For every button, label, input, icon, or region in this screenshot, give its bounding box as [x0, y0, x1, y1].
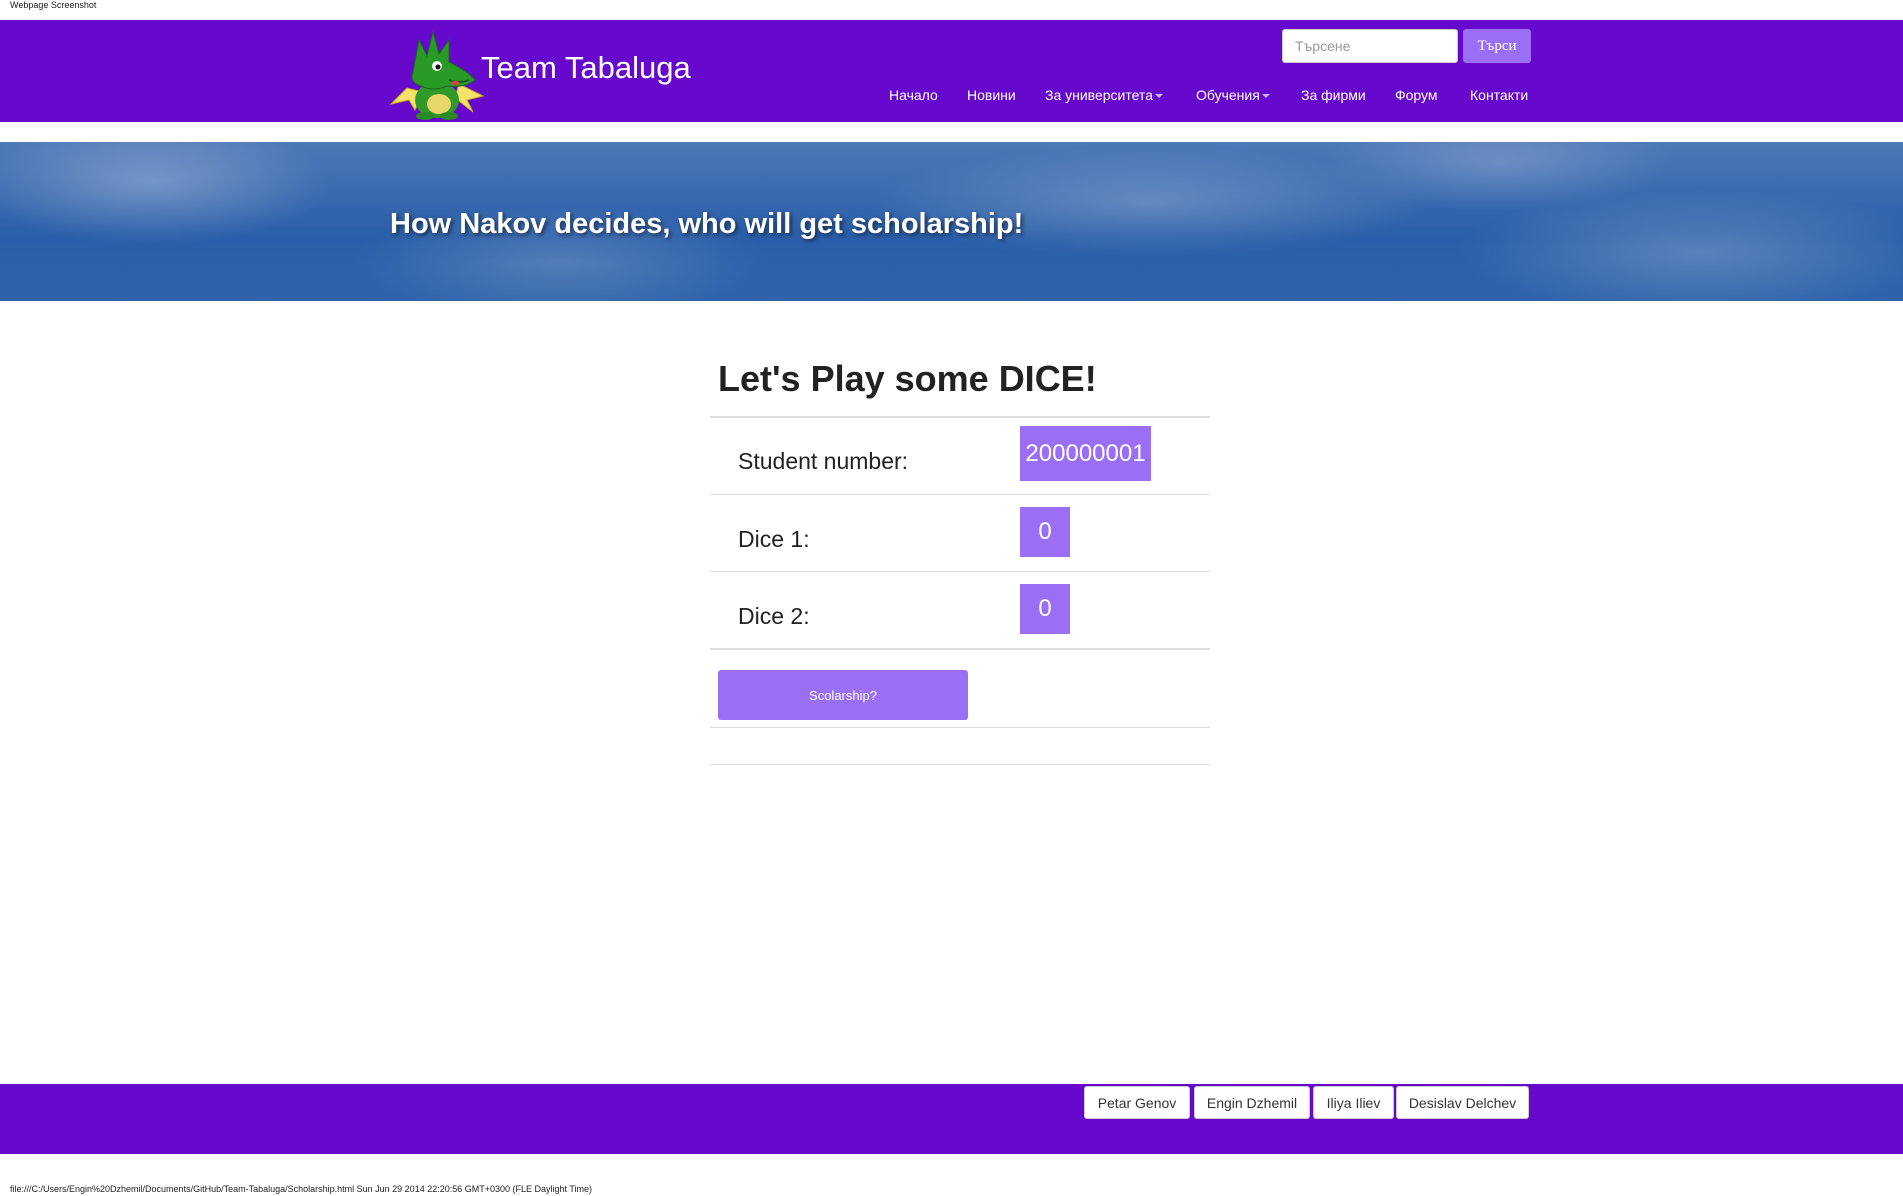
- scholarship-button[interactable]: Scolarship?: [718, 670, 968, 720]
- dice-2-value: 0: [1020, 584, 1070, 634]
- nav-item-home[interactable]: Начало: [889, 87, 938, 103]
- nav-item-companies[interactable]: За фирми: [1301, 87, 1366, 103]
- dice-1-label: Dice 1:: [738, 526, 810, 552]
- search-button[interactable]: Търси: [1463, 29, 1531, 63]
- nav-item-label: Начало: [889, 87, 938, 103]
- print-footer: file:///C:/Users/Engin%20Dzhemil/Documen…: [10, 1184, 593, 1194]
- divider: [710, 494, 1210, 495]
- hero-text: How Nakov decides, who will get scholars…: [390, 208, 1024, 240]
- nav-item-label: Обучения: [1196, 87, 1260, 103]
- nav-item-label: Новини: [967, 87, 1016, 103]
- student-number-value: 200000001: [1020, 426, 1151, 481]
- author-button-engin-dzhemil[interactable]: Engin Dzhemil: [1194, 1086, 1310, 1119]
- page-title: Let's Play some DICE!: [718, 358, 1097, 399]
- nav-item-label: Форум: [1395, 87, 1438, 103]
- caret-down-icon: [1154, 94, 1163, 99]
- nav-item-label: За университета: [1045, 87, 1153, 103]
- divider: [710, 571, 1210, 572]
- divider: [710, 416, 1210, 418]
- print-header: Webpage Screenshot: [10, 0, 97, 10]
- main-nav: Начало Новини За университета Обучения З…: [0, 87, 1903, 111]
- dice-1-value: 0: [1020, 507, 1070, 557]
- author-button-petar-genov[interactable]: Petar Genov: [1084, 1086, 1190, 1119]
- nav-item-university[interactable]: За университета: [1045, 87, 1163, 103]
- author-button-iliya-iliev[interactable]: Iliya Iliev: [1313, 1086, 1394, 1119]
- search-input[interactable]: [1282, 29, 1458, 63]
- caret-down-icon: [1261, 94, 1270, 99]
- nav-item-contacts[interactable]: Контакти: [1470, 87, 1528, 103]
- divider: [710, 764, 1210, 765]
- page-footer: Petar Genov Engin Dzhemil Iliya Iliev De…: [0, 1084, 1903, 1154]
- nav-item-forum[interactable]: Форум: [1395, 87, 1438, 103]
- divider: [710, 648, 1210, 650]
- nav-item-news[interactable]: Новини: [967, 87, 1016, 103]
- top-navbar: Team Tabaluga Търси Начало Новини За уни…: [0, 20, 1903, 122]
- divider: [710, 727, 1210, 728]
- hero-banner: How Nakov decides, who will get scholars…: [0, 142, 1903, 301]
- student-number-label: Student number:: [738, 448, 909, 474]
- nav-item-label: За фирми: [1301, 87, 1366, 103]
- brand-title: Team Tabaluga: [481, 50, 691, 85]
- nav-item-label: Контакти: [1470, 87, 1529, 103]
- nav-item-trainings[interactable]: Обучения: [1196, 87, 1270, 103]
- dice-2-label: Dice 2:: [738, 603, 810, 629]
- author-button-desislav-delchev[interactable]: Desislav Delchev: [1396, 1086, 1529, 1119]
